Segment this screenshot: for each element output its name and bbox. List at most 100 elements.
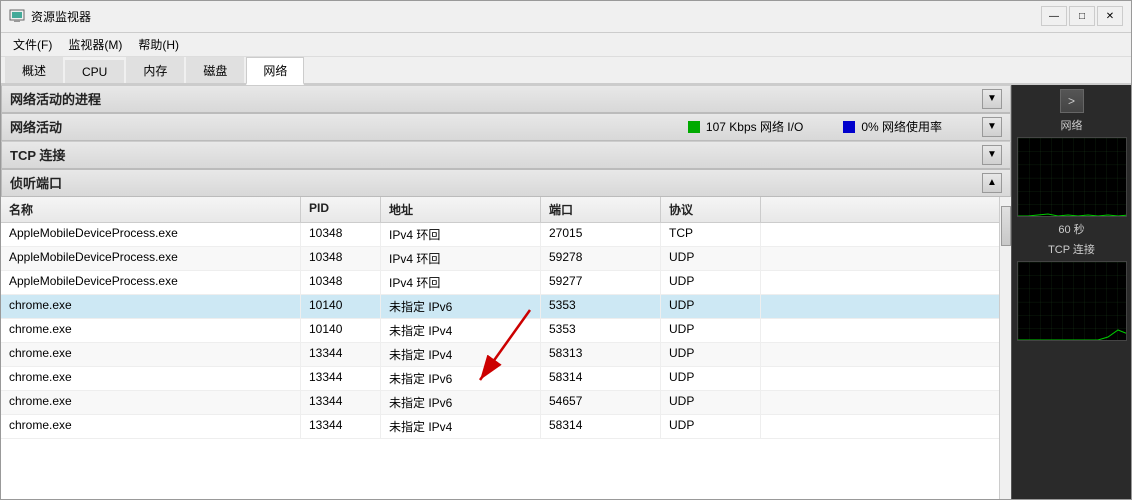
- table-area: 名称 PID 地址 端口 协议 AppleMobileDeviceProcess…: [1, 197, 1011, 499]
- cell-name: AppleMobileDeviceProcess.exe: [1, 247, 301, 270]
- cell-pid: 10140: [301, 295, 381, 318]
- listening-ports-title: 侦听端口: [10, 173, 62, 192]
- tab-memory[interactable]: 内存: [126, 57, 184, 83]
- cell-protocol: UDP: [661, 295, 761, 318]
- table-row[interactable]: AppleMobileDeviceProcess.exe 10348 IPv4 …: [1, 247, 999, 271]
- network-io-label: 107 Kbps 网络 I/O: [706, 118, 803, 135]
- tcp-connections-header[interactable]: TCP 连接 ▼: [1, 141, 1011, 169]
- menu-bar: 文件(F) 监视器(M) 帮助(H): [1, 33, 1131, 57]
- listening-table: 名称 PID 地址 端口 协议 AppleMobileDeviceProcess…: [1, 197, 999, 499]
- network-activity-chevron[interactable]: ▼: [982, 117, 1002, 137]
- cell-pid: 13344: [301, 367, 381, 390]
- close-button[interactable]: ✕: [1097, 6, 1123, 26]
- table-row[interactable]: AppleMobileDeviceProcess.exe 10348 IPv4 …: [1, 223, 999, 247]
- cell-name: chrome.exe: [1, 343, 301, 366]
- cell-protocol: TCP: [661, 223, 761, 246]
- cell-protocol: UDP: [661, 319, 761, 342]
- tab-disk[interactable]: 磁盘: [186, 57, 244, 83]
- network-activity-bar: 网络活动 107 Kbps 网络 I/O 0% 网络使用率 ▼: [1, 113, 1011, 141]
- listening-ports-header[interactable]: 侦听端口 ▲: [1, 169, 1011, 197]
- cell-name: AppleMobileDeviceProcess.exe: [1, 271, 301, 294]
- cell-port: 58314: [541, 415, 661, 438]
- menu-help[interactable]: 帮助(H): [130, 34, 187, 55]
- network-mini-chart: [1017, 137, 1127, 217]
- col-pid[interactable]: PID: [301, 197, 381, 222]
- sidebar-tcp-label: TCP 连接: [1048, 241, 1095, 257]
- listening-ports-chevron[interactable]: ▲: [982, 173, 1002, 193]
- cell-address: 未指定 IPv4: [381, 319, 541, 342]
- cell-address: IPv4 环回: [381, 271, 541, 294]
- table-row[interactable]: AppleMobileDeviceProcess.exe 10348 IPv4 …: [1, 271, 999, 295]
- cell-port: 59278: [541, 247, 661, 270]
- sidebar-time-label: 60 秒: [1058, 221, 1084, 237]
- col-port[interactable]: 端口: [541, 197, 661, 222]
- tab-bar: 概述 CPU 内存 磁盘 网络: [1, 57, 1131, 85]
- cell-protocol: UDP: [661, 271, 761, 294]
- cell-address: IPv4 环回: [381, 223, 541, 246]
- cell-pid: 10348: [301, 223, 381, 246]
- cell-name: chrome.exe: [1, 367, 301, 390]
- cell-address: 未指定 IPv6: [381, 391, 541, 414]
- tcp-connections-chevron[interactable]: ▼: [982, 145, 1002, 165]
- network-usage-stat: 0% 网络使用率: [843, 118, 942, 135]
- cell-port: 5353: [541, 319, 661, 342]
- tab-network[interactable]: 网络: [246, 57, 304, 85]
- maximize-button[interactable]: □: [1069, 6, 1095, 26]
- table-row[interactable]: chrome.exe 13344 未指定 IPv6 58314 UDP: [1, 367, 999, 391]
- network-processes-title: 网络活动的进程: [10, 89, 101, 108]
- menu-monitor[interactable]: 监视器(M): [60, 34, 130, 55]
- network-activity-label: 网络活动: [10, 117, 90, 136]
- table-row[interactable]: chrome.exe 10140 未指定 IPv6 5353 UDP: [1, 295, 999, 319]
- minimize-button[interactable]: —: [1041, 6, 1067, 26]
- network-usage-label: 0% 网络使用率: [861, 118, 942, 135]
- cell-pid: 10140: [301, 319, 381, 342]
- menu-file[interactable]: 文件(F): [5, 34, 60, 55]
- scrollbar[interactable]: [999, 197, 1011, 499]
- cell-pid: 10348: [301, 247, 381, 270]
- cell-address: 未指定 IPv4: [381, 415, 541, 438]
- col-address[interactable]: 地址: [381, 197, 541, 222]
- window-root: 资源监视器 — □ ✕ 文件(F) 监视器(M) 帮助(H) 概述 CPU 内存…: [0, 0, 1132, 500]
- right-sidebar: > 网络 60 秒 TCP 连接: [1011, 85, 1131, 499]
- col-name[interactable]: 名称: [1, 197, 301, 222]
- network-io-dot: [688, 121, 700, 133]
- cell-address: 未指定 IPv6: [381, 367, 541, 390]
- network-io-stat: 107 Kbps 网络 I/O: [688, 118, 803, 135]
- cell-pid: 13344: [301, 391, 381, 414]
- cell-address: 未指定 IPv4: [381, 343, 541, 366]
- left-content: 网络活动的进程 ▼ 网络活动 107 Kbps 网络 I/O 0% 网络使用率 …: [1, 85, 1011, 499]
- table-header: 名称 PID 地址 端口 协议: [1, 197, 999, 223]
- network-usage-dot: [843, 121, 855, 133]
- window-controls: — □ ✕: [1041, 6, 1123, 26]
- cell-name: chrome.exe: [1, 391, 301, 414]
- tab-cpu[interactable]: CPU: [65, 60, 124, 83]
- cell-protocol: UDP: [661, 415, 761, 438]
- cell-port: 27015: [541, 223, 661, 246]
- cell-name: chrome.exe: [1, 319, 301, 342]
- cell-name: chrome.exe: [1, 295, 301, 318]
- table-row[interactable]: chrome.exe 13344 未指定 IPv4 58313 UDP: [1, 343, 999, 367]
- cell-address: 未指定 IPv6: [381, 295, 541, 318]
- cell-port: 58314: [541, 367, 661, 390]
- cell-port: 5353: [541, 295, 661, 318]
- cell-pid: 13344: [301, 415, 381, 438]
- table-row[interactable]: chrome.exe 10140 未指定 IPv4 5353 UDP: [1, 319, 999, 343]
- network-processes-chevron[interactable]: ▼: [982, 89, 1002, 109]
- table-row[interactable]: chrome.exe 13344 未指定 IPv4 58314 UDP: [1, 415, 999, 439]
- table-row[interactable]: chrome.exe 13344 未指定 IPv6 54657 UDP: [1, 391, 999, 415]
- cell-port: 59277: [541, 271, 661, 294]
- tab-overview[interactable]: 概述: [5, 57, 63, 83]
- scrollbar-thumb[interactable]: [1001, 206, 1011, 246]
- main-layout: 网络活动的进程 ▼ 网络活动 107 Kbps 网络 I/O 0% 网络使用率 …: [1, 85, 1131, 499]
- network-processes-header[interactable]: 网络活动的进程 ▼: [1, 85, 1011, 113]
- sidebar-network-label: 网络: [1061, 117, 1083, 133]
- tcp-mini-chart: [1017, 261, 1127, 341]
- table-body: AppleMobileDeviceProcess.exe 10348 IPv4 …: [1, 223, 999, 439]
- cell-port: 58313: [541, 343, 661, 366]
- col-protocol[interactable]: 协议: [661, 197, 761, 222]
- listening-section: 侦听端口 ▲ 名称 PID 地址 端口 协议: [1, 169, 1011, 499]
- cell-port: 54657: [541, 391, 661, 414]
- window-title: 资源监视器: [31, 8, 91, 25]
- sidebar-nav-button[interactable]: >: [1060, 89, 1084, 113]
- cell-pid: 10348: [301, 271, 381, 294]
